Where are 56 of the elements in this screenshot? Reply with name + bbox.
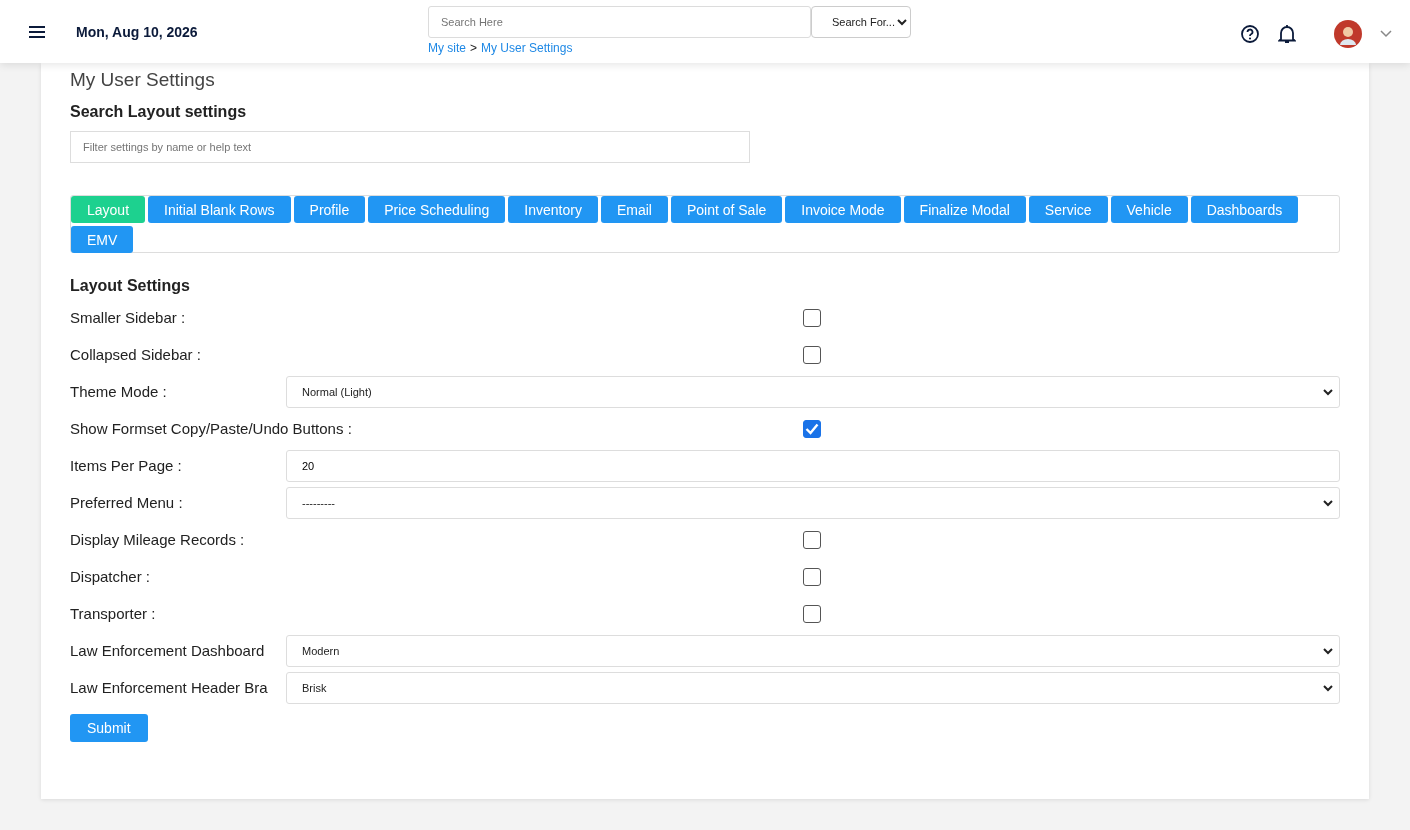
bell-icon[interactable] [1278, 24, 1296, 44]
tab[interactable]: Point of Sale [670, 196, 783, 223]
tab[interactable]: Profile [293, 196, 366, 223]
setting-label: Smaller Sidebar : [70, 309, 187, 326]
tab[interactable]: Email [600, 196, 668, 223]
tab[interactable]: Price Scheduling [368, 196, 506, 223]
page-title: My User Settings [70, 68, 216, 91]
setting-label: Law Enforcement Header Bra [70, 679, 269, 696]
select-dropdown[interactable]: Brisk [286, 671, 1340, 704]
menu-icon[interactable] [28, 25, 46, 39]
setting-label: Display Mileage Records : [70, 531, 246, 548]
tab[interactable]: Invoice Mode [785, 196, 901, 223]
setting-label: Preferred Menu : [70, 494, 184, 511]
checkbox[interactable] [803, 530, 821, 549]
select-dropdown[interactable]: Modern [286, 634, 1340, 667]
tab[interactable]: Service [1028, 196, 1108, 223]
search-field[interactable]: Search Here [428, 6, 811, 38]
chevron-down-icon [1323, 683, 1333, 692]
checkbox[interactable] [803, 419, 821, 438]
breadcrumb-link[interactable]: My site [428, 41, 466, 55]
setting-label: Law Enforcement Dashboard [70, 642, 266, 659]
search-for-dropdown[interactable]: Search For... [811, 6, 911, 38]
submit-button[interactable]: Submit [70, 714, 148, 742]
setting-label: Collapsed Sidebar : [70, 346, 202, 363]
setting-label: Transporter : [70, 605, 157, 622]
checkbox[interactable] [803, 567, 821, 586]
tab[interactable]: Initial Blank Rows [148, 196, 291, 223]
setting-label: Show Formset Copy/Paste/Undo Buttons : [70, 420, 353, 437]
chevron-down-icon [1323, 646, 1333, 655]
select-dropdown[interactable]: --------- [286, 486, 1340, 519]
chevron-down-icon[interactable] [1380, 30, 1392, 38]
tab[interactable]: EMV [71, 226, 134, 253]
setting-label: Items Per Page : [70, 457, 183, 474]
header-date: Mon, Aug 10, 2026 [76, 24, 199, 40]
setting-label: Theme Mode : [70, 383, 168, 400]
tab[interactable]: Finalize Modal [903, 196, 1026, 223]
checkbox[interactable] [803, 604, 821, 623]
setting-label: Dispatcher : [70, 568, 152, 585]
filter-field[interactable]: Filter settings by name or help text [70, 131, 750, 163]
tab[interactable]: Layout [71, 196, 146, 223]
checkbox[interactable] [803, 308, 821, 327]
select-dropdown[interactable]: Normal (Light) [286, 375, 1340, 408]
avatar[interactable] [1334, 20, 1362, 48]
text-field[interactable]: 20 [286, 449, 1340, 482]
chevron-down-icon [1323, 387, 1333, 396]
chevron-down-icon [897, 18, 907, 26]
breadcrumb-link[interactable]: My User Settings [481, 41, 573, 55]
checkbox[interactable] [803, 345, 821, 364]
section-heading: Search Layout settings [70, 103, 248, 121]
section-heading: Layout Settings [70, 277, 191, 295]
help-icon[interactable] [1240, 24, 1260, 44]
tab[interactable]: Inventory [508, 196, 598, 223]
tab[interactable]: Vehicle [1110, 196, 1188, 223]
chevron-down-icon [1323, 498, 1333, 507]
tab[interactable]: Dashboards [1190, 196, 1299, 223]
breadcrumb-separator: > [470, 41, 478, 55]
